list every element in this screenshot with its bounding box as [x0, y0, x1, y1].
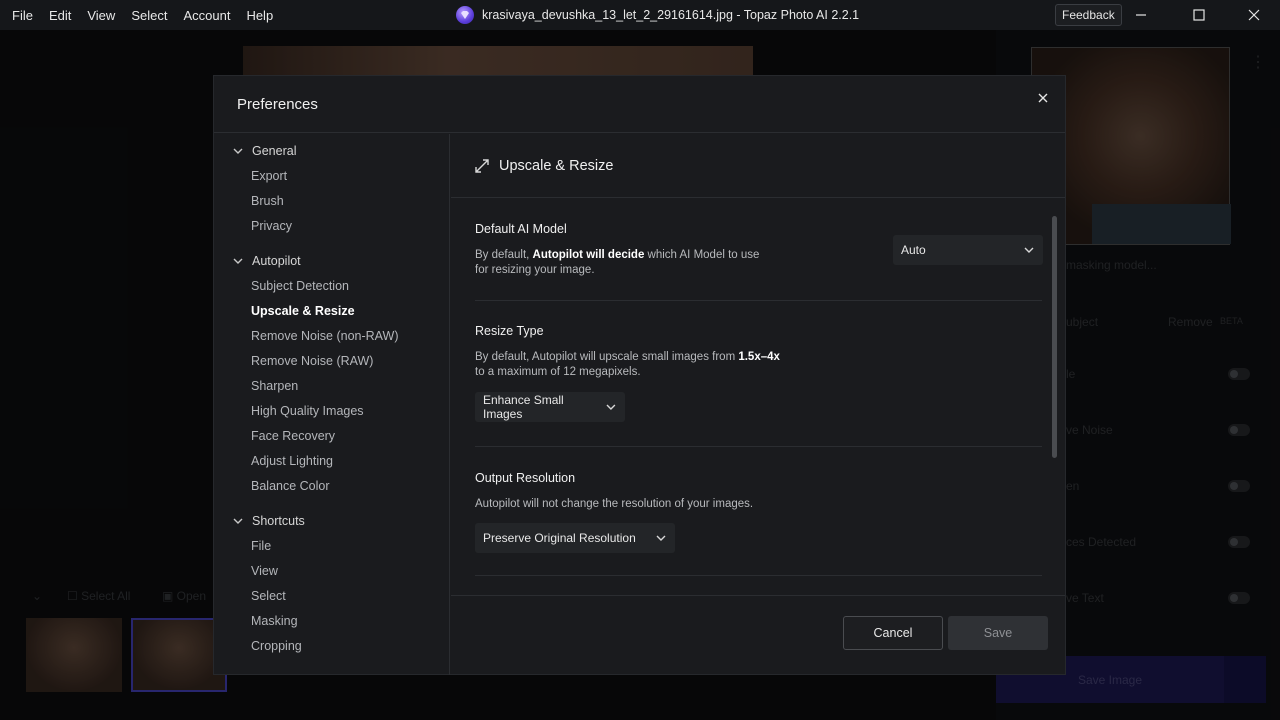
section-divider — [475, 575, 1042, 576]
group-general[interactable]: General — [232, 144, 296, 158]
menu-select[interactable]: Select — [123, 8, 175, 23]
chevron-down-icon — [1024, 247, 1034, 253]
section-divider — [475, 300, 1042, 301]
section-divider — [475, 446, 1042, 447]
sidebar-item-remove-noise-raw[interactable]: Remove Noise (RAW) — [251, 354, 373, 368]
sidebar-item-face-recovery[interactable]: Face Recovery — [251, 429, 335, 443]
menu-help[interactable]: Help — [238, 8, 281, 23]
resize-type-description: By default, Autopilot will upscale small… — [475, 351, 780, 378]
sidebar-item-export[interactable]: Export — [251, 169, 287, 183]
sidebar-item-select[interactable]: Select — [251, 589, 286, 603]
sidebar-item-view[interactable]: View — [251, 564, 278, 578]
default-ai-model-title: Default AI Model — [475, 222, 567, 236]
chevron-down-icon — [606, 404, 616, 410]
menu-bar: File Edit View Select Account Help — [0, 0, 281, 30]
menu-view[interactable]: View — [79, 8, 123, 23]
output-resolution-description: Autopilot will not change the resolution… — [475, 498, 754, 510]
output-resolution-value: Preserve Original Resolution — [483, 531, 636, 545]
resize-icon — [475, 159, 489, 173]
group-shortcuts[interactable]: Shortcuts — [232, 514, 305, 528]
close-icon — [1038, 93, 1048, 103]
sidebar-item-file[interactable]: File — [251, 539, 271, 553]
output-resolution-title: Output Resolution — [475, 471, 576, 485]
output-resolution-select[interactable]: Preserve Original Resolution — [475, 523, 675, 553]
maximize-icon — [1193, 9, 1205, 21]
resize-type-value: Enhance Small Images — [483, 393, 564, 421]
resize-type-title: Resize Type — [475, 324, 544, 338]
window-title-text: krasivaya_devushka_13_let_2_29161614.jpg… — [482, 8, 860, 22]
sidebar-item-subject-detection[interactable]: Subject Detection — [251, 279, 349, 293]
minimize-button[interactable] — [1118, 0, 1164, 30]
preferences-content: Upscale & Resize Default AI Model By def… — [451, 134, 1065, 595]
sidebar-item-remove-noise-non-raw[interactable]: Remove Noise (non-RAW) — [251, 329, 399, 343]
default-ai-model-description: By default, Autopilot will decide which … — [475, 249, 760, 276]
chevron-down-icon — [233, 148, 243, 154]
close-window-button[interactable] — [1231, 0, 1277, 30]
cancel-button[interactable]: Cancel — [843, 616, 943, 650]
menu-account[interactable]: Account — [175, 8, 238, 23]
menu-edit[interactable]: Edit — [41, 8, 79, 23]
content-title: Upscale & Resize — [499, 158, 614, 174]
resize-type-select[interactable]: Enhance Small Images — [475, 392, 625, 422]
default-ai-model-value: Auto — [901, 243, 926, 257]
close-icon — [1248, 9, 1260, 21]
sidebar-item-adjust-lighting[interactable]: Adjust Lighting — [251, 454, 333, 468]
group-general-label: General — [252, 144, 297, 158]
sidebar-item-brush[interactable]: Brush — [251, 194, 284, 208]
content-scrollbar[interactable] — [1052, 216, 1057, 458]
sidebar-item-upscale-resize[interactable]: Upscale & Resize — [251, 304, 355, 318]
content-header: Upscale & Resize — [451, 134, 1065, 198]
sidebar-item-high-quality-images[interactable]: High Quality Images — [251, 404, 364, 418]
group-autopilot[interactable]: Autopilot — [232, 254, 301, 268]
sidebar-item-cropping[interactable]: Cropping — [251, 639, 302, 653]
maximize-button[interactable] — [1176, 0, 1222, 30]
dialog-close-button[interactable] — [1031, 86, 1055, 110]
preferences-sidebar: General Export Brush Privacy Autopilot S… — [214, 134, 450, 675]
group-shortcuts-label: Shortcuts — [252, 514, 305, 528]
sidebar-item-masking[interactable]: Masking — [251, 614, 298, 628]
title-bar: File Edit View Select Account Help krasi… — [0, 0, 1280, 30]
preferences-dialog: Preferences General Export Brush Privacy… — [213, 75, 1066, 675]
chevron-down-icon — [233, 258, 243, 264]
sidebar-item-privacy[interactable]: Privacy — [251, 219, 292, 233]
window-title: krasivaya_devushka_13_let_2_29161614.jpg… — [456, 0, 859, 30]
feedback-button[interactable]: Feedback — [1055, 4, 1122, 26]
group-autopilot-label: Autopilot — [252, 254, 301, 268]
sidebar-item-sharpen[interactable]: Sharpen — [251, 379, 298, 393]
chevron-down-icon — [233, 518, 243, 524]
chevron-down-icon — [656, 535, 666, 541]
menu-file[interactable]: File — [4, 8, 41, 23]
dialog-header: Preferences — [214, 76, 1065, 133]
minimize-icon — [1136, 14, 1146, 16]
default-ai-model-select[interactable]: Auto — [893, 235, 1043, 265]
dialog-title: Preferences — [237, 96, 318, 113]
topaz-logo-icon — [456, 6, 474, 24]
dialog-footer: Cancel Save — [451, 595, 1065, 675]
save-button[interactable]: Save — [948, 616, 1048, 650]
sidebar-item-balance-color[interactable]: Balance Color — [251, 479, 330, 493]
